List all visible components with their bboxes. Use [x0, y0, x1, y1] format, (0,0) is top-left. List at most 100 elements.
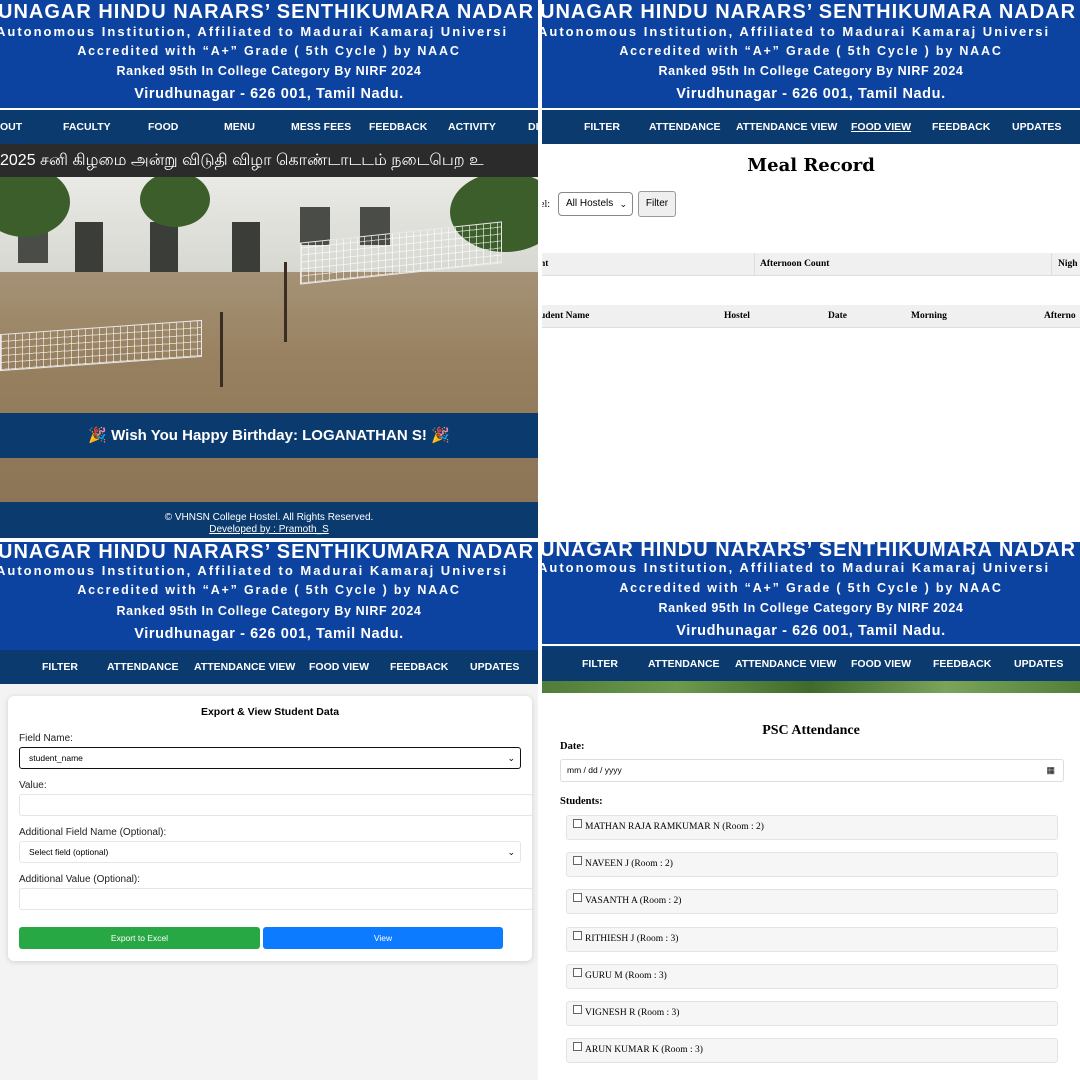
- student-checkbox-item[interactable]: MATHAN RAJA RAMKUMAR N (Room : 2): [566, 815, 1058, 840]
- student-checkbox-item[interactable]: RITHIESH J (Room : 3): [566, 927, 1058, 952]
- panel-divider-horizontal: [0, 538, 1080, 542]
- birthday-banner: 🎉 Wish You Happy Birthday: LOGANATHAN S!…: [0, 413, 538, 458]
- nav-faculty[interactable]: FACULTY: [63, 110, 111, 144]
- location-line: Virudhunagar - 626 001, Tamil Nadu.: [134, 86, 404, 102]
- checkbox[interactable]: [573, 968, 582, 977]
- view-button[interactable]: View: [263, 927, 503, 949]
- nav-attendance-view[interactable]: ATTENDANCE VIEW: [736, 110, 837, 144]
- chevron-down-icon: ⌄: [619, 199, 627, 209]
- student-checkbox-item[interactable]: VIGNESH R (Room : 3): [566, 1001, 1058, 1026]
- college-name: UNAGAR HINDU NARARS’ SENTHIKUMARA NADAR …: [0, 542, 538, 563]
- nav-filter[interactable]: FILTER: [42, 650, 78, 684]
- date-label: Date:: [560, 741, 585, 752]
- checkbox[interactable]: [573, 893, 582, 902]
- location-line: Virudhunagar - 626 001, Tamil Nadu.: [676, 623, 946, 639]
- hostel-label: el:: [542, 199, 550, 210]
- affiliation-line: Autonomous Institution, Affiliated to Ma…: [542, 24, 1051, 39]
- export-panel: UNAGAR HINDU NARARS’ SENTHIKUMARA NADAR …: [0, 542, 538, 1080]
- nav-food-view[interactable]: FOOD VIEW: [851, 647, 911, 681]
- nav-updates[interactable]: UPDATES: [470, 650, 519, 684]
- location-line: Virudhunagar - 626 001, Tamil Nadu.: [134, 626, 404, 642]
- college-header: UNAGAR HINDU NARARS’ SENTHIKUMARA NADAR …: [0, 542, 538, 650]
- additional-value-input[interactable]: [19, 888, 533, 910]
- copyright-text: © VHNSN College Hostel. All Rights Reser…: [164, 512, 374, 523]
- nav-attendance[interactable]: ATTENDANCE: [107, 650, 179, 684]
- college-name: UNAGAR HINDU NARARS’ SENTHIKUMARA NADAR …: [542, 1, 1080, 23]
- nav-feedback[interactable]: FEEDBACK: [369, 110, 427, 144]
- checkbox[interactable]: [573, 931, 582, 940]
- ticker-text: 2025 சனி கிழமை அன்று விடுதி விழா கொண்டாட…: [0, 152, 484, 169]
- chevron-down-icon: ⌄: [507, 847, 515, 857]
- filter-button[interactable]: Filter: [638, 191, 676, 217]
- admin-nav: FILTER ATTENDANCE ATTENDANCE VIEW FOOD V…: [0, 650, 538, 684]
- nav-activity[interactable]: ACTIVITY: [448, 110, 496, 144]
- checkbox[interactable]: [573, 1042, 582, 1051]
- nav-about[interactable]: OUT: [0, 110, 22, 144]
- ranking-line: Ranked 95th In College Category By NIRF …: [116, 64, 422, 78]
- accreditation-line: Accredited with “A+” Grade ( 5th Cycle )…: [77, 44, 461, 58]
- checkbox[interactable]: [573, 1005, 582, 1014]
- nav-feedback[interactable]: FEEDBACK: [933, 647, 991, 681]
- announcement-ticker: 2025 சனி கிழமை அன்று விடுதி விழா கொண்டாட…: [0, 144, 538, 177]
- nav-attendance[interactable]: ATTENDANCE: [649, 110, 721, 144]
- calendar-icon[interactable]: ▦: [1046, 760, 1055, 781]
- background-photo-strip: [542, 681, 1080, 693]
- page-title: PSC Attendance: [762, 723, 860, 738]
- college-name: UNAGAR HINDU NARARS’ SENTHIKUMARA NADAR …: [0, 1, 538, 23]
- field-name-select[interactable]: student_name ⌄: [19, 747, 521, 769]
- nav-filter[interactable]: FILTER: [582, 647, 618, 681]
- checkbox[interactable]: [573, 856, 582, 865]
- site-footer: © VHNSN College Hostel. All Rights Reser…: [0, 502, 538, 538]
- additional-value-label: Additional Value (Optional):: [19, 874, 140, 885]
- nav-food-view[interactable]: FOOD VIEW: [851, 110, 911, 144]
- nav-attendance-view[interactable]: ATTENDANCE VIEW: [194, 650, 295, 684]
- export-card: Export & View Student Data Field Name: s…: [8, 696, 533, 961]
- nav-feedback[interactable]: FEEDBACK: [390, 650, 448, 684]
- date-input[interactable]: mm / dd / yyyy ▦: [560, 759, 1064, 782]
- student-checkbox-item[interactable]: VASANTH A (Room : 2): [566, 889, 1058, 914]
- affiliation-line: Autonomous Institution, Affiliated to Ma…: [542, 560, 1051, 575]
- nav-food-view[interactable]: FOOD VIEW: [309, 650, 369, 684]
- nav-feedback[interactable]: FEEDBACK: [932, 110, 990, 144]
- home-panel: UNAGAR HINDU NARARS’ SENTHIKUMARA NADAR …: [0, 0, 538, 538]
- developer-link[interactable]: Developed by : Pramoth_S: [0, 524, 538, 535]
- college-header: UNAGAR HINDU NARARS’ SENTHIKUMARA NADAR …: [542, 0, 1080, 108]
- admin-nav: FILTER ATTENDANCE ATTENDANCE VIEW FOOD V…: [542, 110, 1080, 144]
- nav-attendance[interactable]: ATTENDANCE: [648, 647, 720, 681]
- affiliation-line: Autonomous Institution, Affiliated to Ma…: [0, 563, 509, 578]
- ranking-line: Ranked 95th In College Category By NIRF …: [658, 601, 964, 615]
- location-line: Virudhunagar - 626 001, Tamil Nadu.: [676, 86, 946, 102]
- nav-filter[interactable]: FILTER: [584, 110, 620, 144]
- meal-record-panel: UNAGAR HINDU NARARS’ SENTHIKUMARA NADAR …: [542, 0, 1080, 538]
- nav-updates[interactable]: UPDATES: [1014, 647, 1063, 681]
- nav-updates[interactable]: UPDATES: [1012, 110, 1061, 144]
- chevron-down-icon: ⌄: [507, 753, 515, 763]
- additional-field-label: Additional Field Name (Optional):: [19, 827, 167, 838]
- detail-table-header: udent Name Hostel Date Morning Afterno: [542, 305, 1080, 328]
- nav-food[interactable]: FOOD: [148, 110, 178, 144]
- checkbox[interactable]: [573, 819, 582, 828]
- student-checkbox-item[interactable]: ARUN KUMAR K (Room : 3): [566, 1038, 1058, 1063]
- nav-attendance-view[interactable]: ATTENDANCE VIEW: [735, 647, 836, 681]
- value-label: Value:: [19, 780, 47, 791]
- nav-mess-fees[interactable]: MESS FEES: [291, 110, 351, 144]
- ranking-line: Ranked 95th In College Category By NIRF …: [658, 64, 964, 78]
- student-checkbox-item[interactable]: GURU M (Room : 3): [566, 964, 1058, 989]
- summary-table-header: nt Afternoon Count Nigh: [542, 253, 1080, 276]
- college-name: UNAGAR HINDU NARARS’ SENTHIKUMARA NADAR …: [542, 542, 1080, 561]
- admin-nav: FILTER ATTENDANCE ATTENDANCE VIEW FOOD V…: [542, 647, 1080, 681]
- value-input[interactable]: [19, 794, 533, 816]
- hostel-select[interactable]: All Hostels ⌄: [558, 192, 633, 216]
- ranking-line: Ranked 95th In College Category By NIRF …: [116, 604, 422, 618]
- main-nav: OUT FACULTY FOOD MENU MESS FEES FEEDBACK…: [0, 110, 538, 144]
- accreditation-line: Accredited with “A+” Grade ( 5th Cycle )…: [619, 44, 1003, 58]
- card-title: Export & View Student Data: [200, 706, 340, 718]
- student-checkbox-item[interactable]: NAVEEN J (Room : 2): [566, 852, 1058, 877]
- accreditation-line: Accredited with “A+” Grade ( 5th Cycle )…: [619, 581, 1003, 595]
- college-header: UNAGAR HINDU NARARS’ SENTHIKUMARA NADAR …: [0, 0, 538, 108]
- additional-field-select[interactable]: Select field (optional) ⌄: [19, 841, 521, 863]
- nav-more[interactable]: DI: [528, 110, 538, 144]
- nav-menu[interactable]: MENU: [224, 110, 255, 144]
- field-name-label: Field Name:: [19, 733, 73, 744]
- export-excel-button[interactable]: Export to Excel: [19, 927, 260, 949]
